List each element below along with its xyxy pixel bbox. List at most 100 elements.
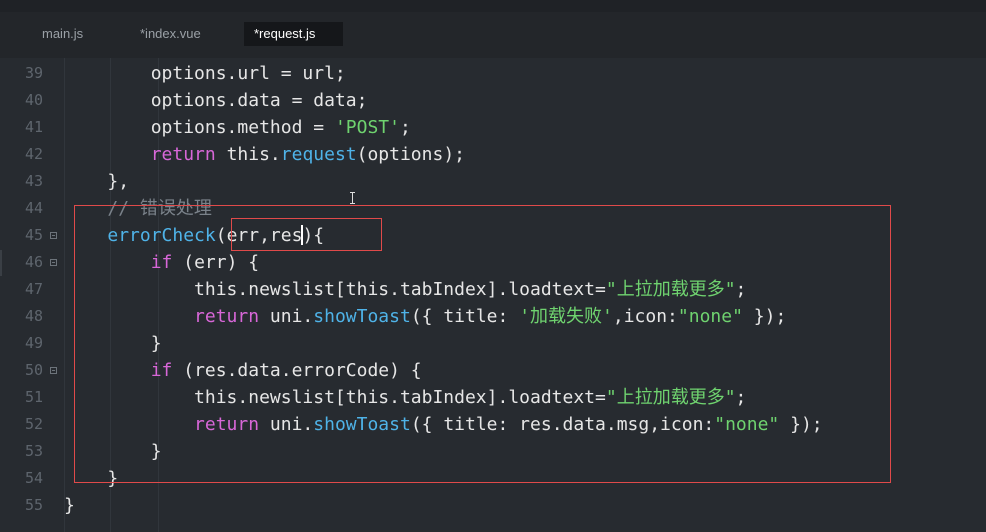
code-token: } [107,468,119,489]
code-token: showToast [313,414,411,435]
code-token: (err,res [215,225,303,246]
code-token: "none" [677,306,743,327]
code-line[interactable]: } [64,438,974,465]
editor-tab-bar: main.js *index.vue *request.js [0,12,986,58]
code-token: this.newslist[this.tabIndex].loadtext= [194,387,606,408]
code-token: (err) { [172,252,260,273]
code-token: ({ title: [410,306,520,327]
code-token: if [150,252,173,273]
code-token: } [64,495,75,516]
code-token: ; [735,279,747,300]
code-token: ; [399,117,411,138]
code-token: showToast [313,306,411,327]
line-number: 51 [24,388,43,406]
fold-toggle-icon[interactable] [50,232,57,239]
code-token: "none" [714,414,780,435]
line-number: 47 [24,280,43,298]
code-line[interactable]: }, [64,168,974,195]
code-line[interactable]: if (err) { [64,249,974,276]
code-token: uni. [259,414,314,435]
code-token: options.data = data; [150,90,368,111]
line-number: 40 [24,91,43,109]
text-cursor-icon [350,192,355,204]
code-line[interactable]: return this.request(options); [64,141,974,168]
line-number: 48 [24,307,43,325]
code-token: // 错误处理 [107,198,212,219]
code-line[interactable]: // 错误处理 [64,195,974,222]
fold-toggle-icon[interactable] [50,367,57,374]
tab-index-vue[interactable]: *index.vue [130,22,211,46]
line-number: 55 [24,496,43,514]
line-number: 53 [24,442,43,460]
code-token: options.url = url; [150,63,346,84]
code-line[interactable]: } [64,465,974,492]
code-line[interactable]: this.newslist[this.tabIndex].loadtext="上… [64,384,974,411]
code-token: (res.data.errorCode) { [172,360,422,381]
code-token: errorCheck [107,225,216,246]
code-line[interactable]: options.url = url; [64,60,974,87]
code-token: } [150,441,162,462]
code-token: }); [779,414,823,435]
code-line[interactable]: } [64,492,974,519]
line-number: 54 [24,469,43,487]
code-token: return [194,306,260,327]
code-line[interactable]: if (res.data.errorCode) { [64,357,974,384]
line-number: 44 [24,199,43,217]
code-token: }); [742,306,787,327]
code-token: } [150,333,162,354]
line-number: 42 [24,145,43,163]
line-number: 41 [24,118,43,136]
code-line[interactable]: options.data = data; [64,87,974,114]
code-token: ,icon: [612,306,678,327]
code-line[interactable]: } [64,330,974,357]
code-token: "上拉加载更多" [605,279,736,300]
code-line[interactable]: return uni.showToast({ title: '加载失败',ico… [64,303,974,330]
code-token: }, [107,171,130,192]
code-line[interactable]: errorCheck(err,res){ [64,222,974,249]
code-line[interactable]: return uni.showToast({ title: res.data.m… [64,411,974,438]
code-token: ({ title: res.data.msg,icon: [410,414,715,435]
code-token: '加载失败' [519,306,613,327]
code-token: this. [215,144,281,165]
code-line[interactable]: this.newslist[this.tabIndex].loadtext="上… [64,276,974,303]
code-token: if [150,360,173,381]
code-token: this.newslist[this.tabIndex].loadtext= [194,279,606,300]
code-token: request [280,144,357,165]
fold-toggle-icon[interactable] [50,259,57,266]
tab-main-js[interactable]: main.js [32,22,93,46]
line-number: 45 [24,226,43,244]
code-token: ){ [302,225,325,246]
line-number: 39 [24,64,43,82]
code-token: ; [735,387,747,408]
code-token: (options); [356,144,465,165]
line-number: 46 [24,253,43,271]
window-top-strip [0,0,986,12]
tab-request-js[interactable]: *request.js [244,22,343,46]
code-token: options.method = [150,117,335,138]
line-number: 49 [24,334,43,352]
code-token: uni. [259,306,314,327]
code-token: 'POST' [334,117,400,138]
code-line[interactable]: options.method = 'POST'; [64,114,974,141]
line-number: 43 [24,172,43,190]
code-token: return [194,414,260,435]
code-token: return [150,144,216,165]
line-number: 52 [24,415,43,433]
code-token: "上拉加载更多" [605,387,736,408]
